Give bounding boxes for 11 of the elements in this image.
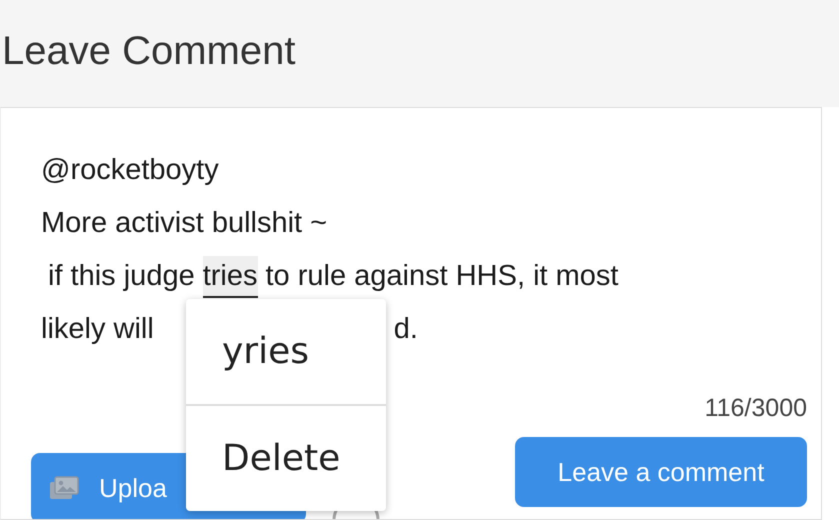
page-title: Leave Comment: [1, 28, 296, 75]
comment-text: to rule against HHS, it most: [266, 260, 618, 293]
image-icon: [49, 475, 79, 501]
comment-text: More activist bullshit ~: [41, 207, 328, 240]
comment-text: likely will: [41, 313, 154, 346]
highlighted-word: tries: [202, 256, 258, 298]
comment-text: d.: [394, 313, 418, 346]
menu-item[interactable]: yries: [186, 299, 386, 404]
comment-text: if this judge: [48, 260, 195, 293]
comment-text: @rocketboyty: [41, 154, 219, 187]
character-counter: 116/3000: [704, 394, 807, 423]
